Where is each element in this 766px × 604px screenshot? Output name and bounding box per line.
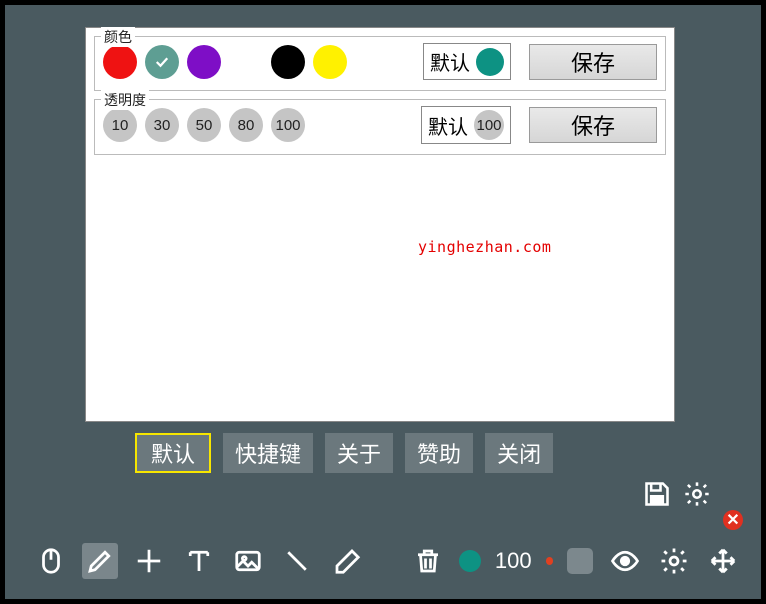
opacity-option-50[interactable]: 50 xyxy=(187,108,221,142)
upper-icons xyxy=(643,480,711,508)
tab-bar: 默认快捷键关于赞助关闭 xyxy=(135,433,553,473)
color-swatch-red[interactable] xyxy=(103,45,137,79)
opacity-default-label: 默认 xyxy=(428,111,468,140)
opacity-legend: 透明度 xyxy=(101,90,149,110)
color-default-label: 默认 xyxy=(430,47,470,76)
color-swatch-teal[interactable] xyxy=(145,45,179,79)
trash-tool[interactable] xyxy=(410,543,445,579)
toolbar-shape-chip[interactable] xyxy=(567,548,593,574)
opacity-row: 10305080100 默认 100 保存 xyxy=(103,106,657,144)
tab-3[interactable]: 赞助 xyxy=(405,433,473,473)
opacity-option-30[interactable]: 30 xyxy=(145,108,179,142)
eraser-tool[interactable] xyxy=(329,543,364,579)
settings-icon[interactable] xyxy=(656,543,691,579)
crosshair-tool[interactable] xyxy=(132,543,167,579)
tab-4[interactable]: 关闭 xyxy=(485,433,553,473)
opacity-default-value: 100 xyxy=(474,110,504,140)
color-fieldset: 颜色 默认 保存 xyxy=(94,36,666,91)
move-icon[interactable] xyxy=(706,543,741,579)
color-swatch-white[interactable] xyxy=(229,45,263,79)
tab-1[interactable]: 快捷键 xyxy=(223,433,313,473)
settings-panel: 颜色 默认 保存 透明度 10305080100 默认 100 保存 yingh… xyxy=(85,27,675,422)
mouse-tool[interactable] xyxy=(33,543,68,579)
close-icon[interactable]: ✕ xyxy=(723,510,743,530)
toolbar-size-dot[interactable] xyxy=(546,557,554,565)
opacity-fieldset: 透明度 10305080100 默认 100 保存 xyxy=(94,99,666,155)
color-save-button[interactable]: 保存 xyxy=(529,44,657,80)
color-swatch-black[interactable] xyxy=(271,45,305,79)
save-icon[interactable] xyxy=(643,480,671,508)
opacity-save-button[interactable]: 保存 xyxy=(529,107,657,143)
color-row: 默认 保存 xyxy=(103,43,657,80)
color-swatch-yellow[interactable] xyxy=(313,45,347,79)
pencil-tool[interactable] xyxy=(82,543,117,579)
color-legend: 颜色 xyxy=(101,27,135,47)
tab-0[interactable]: 默认 xyxy=(135,433,211,473)
image-tool[interactable] xyxy=(230,543,265,579)
toolbar-color-chip[interactable] xyxy=(459,550,481,572)
color-default-box[interactable]: 默认 xyxy=(423,43,511,80)
text-tool[interactable] xyxy=(181,543,216,579)
eye-icon[interactable] xyxy=(607,543,642,579)
toolbar: 100 xyxy=(33,543,741,579)
opacity-option-10[interactable]: 10 xyxy=(103,108,137,142)
line-tool[interactable] xyxy=(280,543,315,579)
tab-2[interactable]: 关于 xyxy=(325,433,393,473)
opacity-option-80[interactable]: 80 xyxy=(229,108,263,142)
watermark-text: yinghezhan.com xyxy=(418,238,551,256)
gear-icon[interactable] xyxy=(683,480,711,508)
color-default-swatch xyxy=(476,48,504,76)
color-swatch-purple[interactable] xyxy=(187,45,221,79)
opacity-default-box[interactable]: 默认 100 xyxy=(421,106,511,144)
toolbar-opacity-value[interactable]: 100 xyxy=(495,548,532,574)
opacity-option-100[interactable]: 100 xyxy=(271,108,305,142)
